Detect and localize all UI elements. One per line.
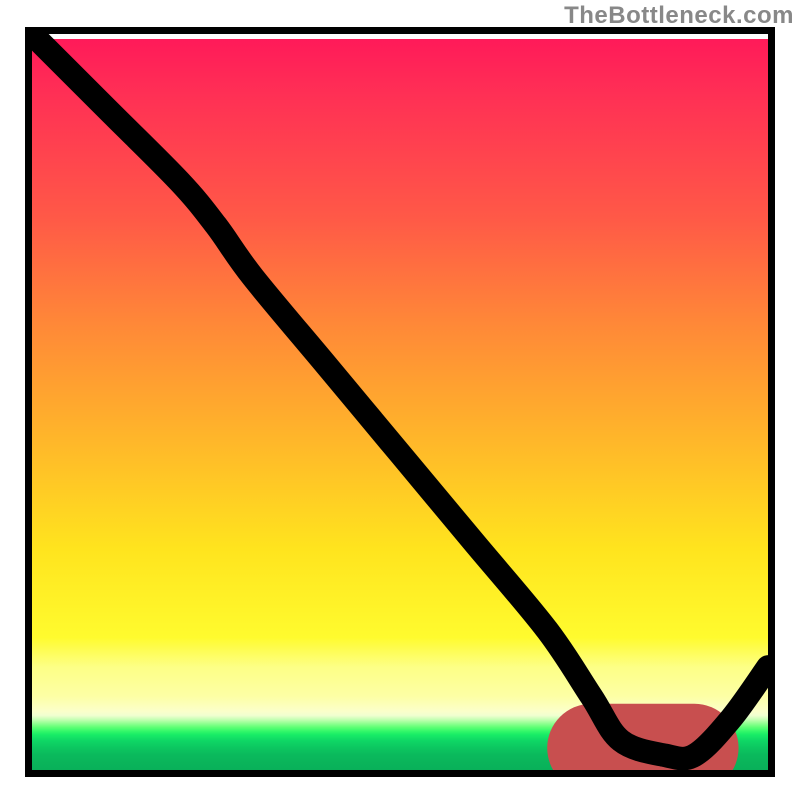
plot-area [32,34,768,770]
bottleneck-curve-path [32,34,768,759]
plot-frame [25,27,775,777]
chart-stage: TheBottleneck.com [0,0,800,800]
watermark-text: TheBottleneck.com [564,2,794,30]
curve-svg [32,34,768,770]
